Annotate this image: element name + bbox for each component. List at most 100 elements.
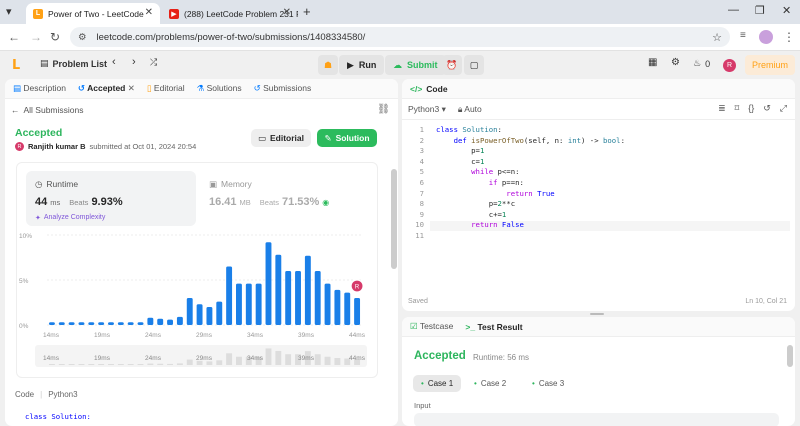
restore-icon[interactable]: ❐: [755, 4, 765, 17]
runtime-bar[interactable]: [78, 322, 85, 325]
editorial-button[interactable]: ▭ Editorial: [251, 129, 311, 147]
runtime-bar[interactable]: [108, 322, 114, 325]
runtime-bar[interactable]: [48, 322, 55, 325]
runtime-bar[interactable]: [68, 322, 75, 325]
profile-avatar[interactable]: [759, 30, 773, 44]
runtime-bar[interactable]: [255, 283, 262, 325]
url-text: leetcode.com/problems/power-of-two/submi…: [96, 31, 366, 43]
runtime-bar[interactable]: [98, 322, 105, 325]
fullscreen-icon[interactable]: ⤢: [780, 103, 787, 114]
runtime-bar[interactable]: [157, 318, 164, 325]
close-tab-icon[interactable]: ✕: [128, 83, 135, 93]
solution-button[interactable]: ✎ Solution: [317, 129, 377, 147]
tab-description[interactable]: ▤ Description: [13, 83, 66, 94]
case-2-tab[interactable]: • Case 2: [466, 375, 514, 392]
notes-icon[interactable]: ▢: [464, 55, 484, 75]
runtime-bar[interactable]: [285, 271, 292, 325]
case-3-tab[interactable]: • Case 3: [524, 375, 572, 392]
runtime-bar[interactable]: [334, 289, 341, 325]
bookmark-icon[interactable]: ⌑: [735, 103, 740, 114]
prev-problem-icon[interactable]: ‹: [112, 56, 116, 68]
arrow-left-icon: ←: [11, 105, 20, 115]
x-tick-label: 24ms: [145, 332, 162, 339]
analyze-complexity-link[interactable]: ✦ Analyze Complexity: [35, 214, 105, 222]
forward-icon[interactable]: →: [30, 30, 42, 44]
tab-search-icon[interactable]: ▾: [6, 5, 12, 18]
runtime-bar[interactable]: [265, 242, 272, 325]
tab-accepted[interactable]: ↺ Accepted ✕: [78, 83, 135, 94]
code-text[interactable]: class Solution: def isPowerOfTwo(self, n…: [436, 125, 625, 231]
next-problem-icon[interactable]: ›: [132, 56, 136, 68]
tab-test-result[interactable]: >_ Test Result: [465, 322, 522, 332]
runtime-bar[interactable]: [216, 301, 223, 325]
runtime-bar[interactable]: [147, 317, 154, 325]
minimize-icon[interactable]: —: [728, 4, 739, 16]
tab-editorial[interactable]: ▯ Editorial: [147, 83, 185, 94]
runtime-bar[interactable]: [167, 319, 173, 325]
runtime-bar[interactable]: [196, 304, 203, 325]
runtime-bar[interactable]: [344, 292, 351, 325]
runtime-card[interactable]: ◷ Runtime 44 ms Beats 9.93% ✦ Analyze Comp…: [26, 171, 196, 226]
debug-icon[interactable]: ☗: [318, 55, 338, 75]
auto-mode[interactable]: 🔒︎ Auto: [458, 104, 482, 115]
close-tab-icon[interactable]: ✕: [283, 7, 291, 18]
notifications-button[interactable]: ♨ 0: [693, 58, 710, 69]
runtime-bar[interactable]: [127, 322, 134, 325]
case-1-tab[interactable]: • Case 1: [413, 375, 462, 392]
all-submissions-link[interactable]: ← All Submissions: [11, 105, 84, 115]
runtime-bar[interactable]: [226, 266, 233, 326]
layout-icon[interactable]: ▦: [648, 57, 657, 68]
premium-button[interactable]: Premium: [745, 55, 795, 75]
author-name[interactable]: Ranjith kumar B: [28, 142, 86, 151]
tab-testcase[interactable]: ☑ Testcase: [410, 321, 453, 332]
runtime-bar[interactable]: [314, 271, 321, 325]
runtime-bar[interactable]: [295, 271, 301, 325]
vertical-resizer[interactable]: [590, 313, 604, 315]
reset-icon[interactable]: ↺: [763, 103, 771, 114]
runtime-bar[interactable]: [304, 255, 311, 325]
scrollbar[interactable]: [391, 169, 397, 269]
runtime-bar[interactable]: [117, 322, 124, 325]
share-icon[interactable]: ⛓: [377, 104, 390, 115]
timer-icon[interactable]: ⏰: [442, 55, 462, 75]
submit-button[interactable]: ☁ Submit: [385, 55, 446, 75]
new-tab-icon[interactable]: +: [303, 4, 311, 19]
run-button[interactable]: ▶ Run: [339, 55, 385, 75]
close-window-icon[interactable]: ✕: [782, 4, 791, 17]
input-field[interactable]: [414, 413, 779, 426]
close-tab-icon[interactable]: ✕: [145, 7, 153, 18]
runtime-bar[interactable]: [186, 298, 193, 325]
runtime-bar[interactable]: [58, 322, 65, 325]
leetcode-logo-icon[interactable]: ᒪ: [12, 57, 25, 72]
runtime-bar[interactable]: [206, 307, 213, 325]
scrollbar[interactable]: [787, 345, 793, 367]
memory-header[interactable]: ▣ Memory: [209, 179, 252, 190]
browser-menu-icon[interactable]: ⋮: [783, 30, 795, 44]
browser-tab-leetcode[interactable]: L Power of Two - LeetCode ✕: [26, 3, 160, 24]
runtime-distribution-chart[interactable]: 10% 5% 0% R 14ms 14ms 19ms 19ms 24ms 24ms 29ms 29ms…: [17, 229, 379, 374]
back-icon[interactable]: ←: [8, 30, 20, 44]
format-icon[interactable]: ≣: [718, 103, 726, 114]
tab-solutions[interactable]: ⚗ Solutions: [197, 83, 242, 94]
runtime-bar[interactable]: [137, 322, 144, 325]
runtime-bar[interactable]: [275, 254, 282, 325]
language-select[interactable]: Python3 ▾: [408, 104, 446, 115]
site-info-icon[interactable]: ⚙: [78, 32, 87, 43]
runtime-bar[interactable]: [236, 283, 242, 325]
runtime-bar[interactable]: [176, 316, 183, 325]
shuffle-icon[interactable]: ⤮: [150, 57, 157, 68]
runtime-bar[interactable]: [88, 322, 95, 325]
runtime-bar[interactable]: [354, 298, 361, 325]
settings-icon[interactable]: ⚙: [671, 57, 680, 68]
bookmark-star-icon[interactable]: ☆: [712, 31, 722, 44]
runtime-bar[interactable]: [245, 283, 252, 325]
tab-submissions[interactable]: ↺ Submissions: [254, 83, 312, 94]
braces-icon[interactable]: {}: [748, 103, 754, 114]
reading-list-icon[interactable]: ≡: [740, 30, 746, 41]
reload-icon[interactable]: ↻: [50, 30, 60, 44]
user-avatar[interactable]: R: [723, 59, 736, 72]
url-field[interactable]: ⚙ leetcode.com/problems/power-of-two/sub…: [70, 27, 730, 47]
runtime-bar[interactable]: [324, 283, 331, 325]
problem-list-button[interactable]: ▤ Problem List: [40, 58, 107, 69]
browser-tab-youtube[interactable]: ▶ (288) LeetCode Problem 231 P ✕: [162, 3, 298, 24]
